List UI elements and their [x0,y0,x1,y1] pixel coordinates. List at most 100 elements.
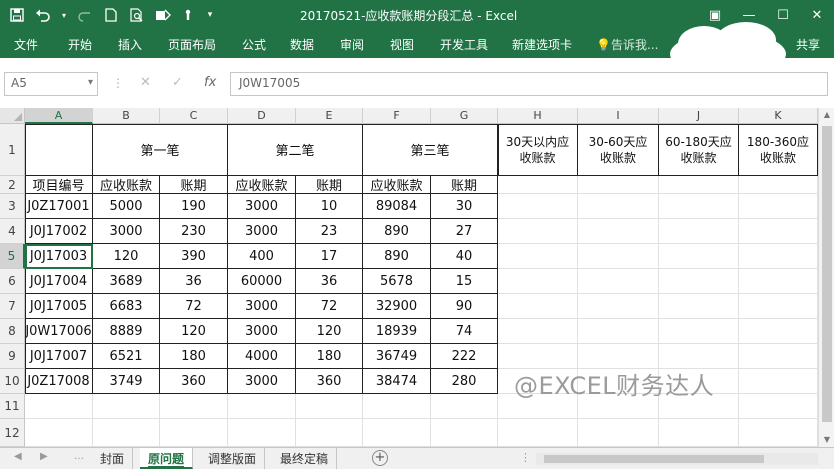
empty-cell[interactable] [739,176,818,194]
data-cell[interactable]: 3000 [228,319,296,344]
empty-cell[interactable] [659,244,739,269]
enter-icon[interactable]: ✓ [172,75,183,90]
empty-cell[interactable] [93,419,160,447]
empty-cell[interactable] [296,394,363,419]
empty-cell[interactable] [739,419,818,447]
tab-data[interactable]: 数据 [290,36,314,53]
redo-more-icon[interactable] [74,4,96,26]
column-header[interactable]: E [296,108,363,124]
data-cell[interactable]: 3689 [93,269,160,294]
data-cell[interactable]: 360 [160,369,228,394]
data-cell[interactable]: 72 [296,294,363,319]
data-cell[interactable]: 72 [160,294,228,319]
scroll-thumb[interactable] [822,126,832,422]
tab-review[interactable]: 审阅 [340,36,364,53]
empty-cell[interactable] [659,194,739,219]
empty-cell[interactable] [659,419,739,447]
data-cell[interactable]: 27 [431,219,498,244]
row-header[interactable]: 10 [0,369,25,394]
data-cell[interactable]: 180 [296,344,363,369]
data-cell[interactable]: 23 [296,219,363,244]
data-cell[interactable]: 3000 [228,194,296,219]
data-cell[interactable]: 3000 [93,219,160,244]
data-cell[interactable]: 40 [431,244,498,269]
insert-function-icon[interactable]: fx [204,75,216,90]
horizontal-scroll-thumb[interactable] [544,455,764,463]
subheader-cell[interactable]: 应收账款 [363,176,431,194]
redo-icon[interactable]: ▾ [58,4,70,26]
sheet-tab-final[interactable]: 最终定稿 [272,448,338,469]
empty-cell[interactable] [498,319,578,344]
data-cell[interactable]: 60000 [228,269,296,294]
empty-cell[interactable] [498,219,578,244]
scroll-down-icon[interactable]: ▼ [819,433,834,447]
share-button[interactable]: 共享 [796,36,820,53]
subheader-cell[interactable]: 应收账款 [93,176,160,194]
empty-cell[interactable] [578,194,659,219]
subheader-cell[interactable]: 应收账款 [228,176,296,194]
tab-formulas[interactable]: 公式 [242,36,266,53]
data-cell[interactable]: 10 [296,194,363,219]
data-cell[interactable]: 3000 [228,219,296,244]
column-header[interactable]: D [228,108,296,124]
save-icon[interactable] [6,4,28,26]
group-header-cell[interactable]: 第二笔 [228,124,363,176]
cancel-icon[interactable]: ✕ [140,75,151,90]
tell-me-box[interactable]: 💡告诉我... [596,36,658,53]
tab-insert[interactable]: 插入 [118,36,142,53]
aging-header-cell[interactable]: 180-360应 收账款 [739,124,818,176]
data-cell[interactable]: 30 [431,194,498,219]
project-id-cell[interactable]: J0W17006 [25,319,93,344]
data-cell[interactable]: 18939 [363,319,431,344]
column-header[interactable]: A [25,108,93,124]
data-cell[interactable]: 180 [160,344,228,369]
empty-cell[interactable] [228,394,296,419]
data-cell[interactable]: 38474 [363,369,431,394]
empty-cell[interactable] [228,419,296,447]
empty-cell[interactable] [739,194,818,219]
aging-header-cell[interactable]: 30-60天应 收账款 [578,124,659,176]
subheader-cell[interactable]: 账期 [160,176,228,194]
empty-cell[interactable] [578,219,659,244]
select-all-button[interactable] [0,108,25,124]
data-cell[interactable]: 36 [296,269,363,294]
data-cell[interactable]: 8889 [93,319,160,344]
row-header[interactable]: 4 [0,219,25,244]
sheet-tab-original[interactable]: 原问题 [140,448,194,469]
empty-cell[interactable] [296,419,363,447]
data-cell[interactable]: 36749 [363,344,431,369]
column-header[interactable]: F [363,108,431,124]
column-header[interactable]: I [578,108,659,124]
row-header[interactable]: 1 [0,124,25,176]
data-cell[interactable]: 89084 [363,194,431,219]
empty-cell[interactable] [363,394,431,419]
data-cell[interactable]: 230 [160,219,228,244]
row-header[interactable]: 2 [0,176,25,194]
scroll-up-icon[interactable]: ▲ [819,108,834,122]
row-header[interactable]: 12 [0,419,25,447]
data-cell[interactable]: 120 [296,319,363,344]
data-cell[interactable]: 32900 [363,294,431,319]
empty-cell[interactable] [160,394,228,419]
vertical-scrollbar[interactable]: ▲ ▼ [818,108,834,447]
data-cell[interactable]: 222 [431,344,498,369]
undo-icon[interactable] [32,4,54,26]
sheet-tab-cover[interactable]: 封面 [92,448,134,469]
empty-cell[interactable] [659,219,739,244]
empty-cell[interactable] [498,194,578,219]
sheet-next-icon[interactable]: ▶ [40,451,48,462]
data-cell[interactable]: 360 [296,369,363,394]
data-cell[interactable]: 36 [160,269,228,294]
row-header[interactable]: 8 [0,319,25,344]
empty-cell[interactable] [578,176,659,194]
aging-header-cell[interactable]: 60-180天应 收账款 [659,124,739,176]
tab-page-layout[interactable]: 页面布局 [168,36,216,53]
data-cell[interactable]: 6521 [93,344,160,369]
column-header[interactable]: G [431,108,498,124]
row-header[interactable]: 3 [0,194,25,219]
row-header[interactable]: 6 [0,269,25,294]
empty-cell[interactable] [25,419,93,447]
sheet-tab-adjusted[interactable]: 调整版面 [200,448,266,469]
project-id-cell[interactable]: J0J17004 [25,269,93,294]
group-header-cell[interactable]: 第一笔 [93,124,228,176]
